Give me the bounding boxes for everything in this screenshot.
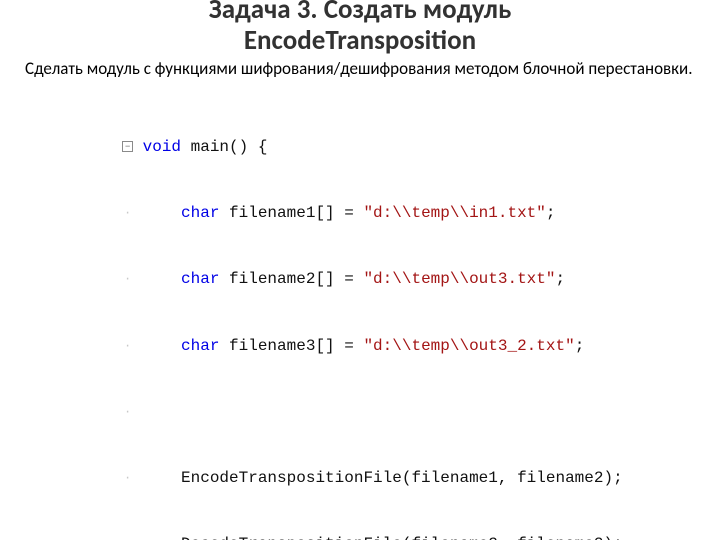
slide-description: Сделать модуль с функциями шифрования/де… [0,56,720,79]
keyword-void: void [143,138,181,156]
string-literal: "d:\\temp\\out3_2.txt" [363,337,574,355]
code-line: · char filename3[] = "d:\\temp\\out3_2.t… [55,313,695,379]
code-text: ; [555,271,565,289]
code-text: ; [575,337,585,355]
indent-guide: · [124,339,131,353]
keyword-char: char [181,204,219,222]
string-literal: "d:\\temp\\in1.txt" [363,204,545,222]
fold-gutter: · [113,401,143,423]
code-text: ; [546,204,556,222]
code-text: EncodeTranspositionFile(filename1, filen… [181,469,623,487]
title-line-1: Задача 3. Создать модуль [209,0,512,26]
code-line: · char filename1[] = "d:\\temp\\in1.txt"… [55,180,695,246]
code-line: · EncodeTranspositionFile(filename1, fil… [55,445,695,511]
slide: Задача 3. Создать модуль EncodeTransposi… [0,0,720,534]
indent-guide: · [124,471,131,485]
fold-gutter: − [113,136,143,158]
fold-gutter: · [113,202,143,224]
indent-guide: · [124,405,131,419]
keyword-char: char [181,271,219,289]
fold-gutter: · [113,533,143,540]
indent-guide: · [124,272,131,286]
code-line: · DecodeTranspositionFile(filename2, fil… [55,511,695,540]
code-text: filename2[] = [219,271,363,289]
code-block: −void main() { · char filename1[] = "d:\… [55,114,695,540]
indent-guide: · [124,206,131,220]
fold-gutter: · [113,268,143,290]
title-line-2: EncodeTransposition [244,24,476,57]
keyword-char: char [181,337,219,355]
fold-gutter: · [113,335,143,357]
code-text: main() { [181,138,267,156]
code-text: DecodeTranspositionFile(filename2, filen… [181,536,623,540]
string-literal: "d:\\temp\\out3.txt" [363,271,555,289]
code-line: −void main() { [55,114,695,180]
slide-title: Задача 3. Создать модуль EncodeTransposi… [0,0,720,56]
fold-gutter: · [113,467,143,489]
fold-collapse-icon[interactable]: − [122,141,133,152]
code-text: filename3[] = [219,337,363,355]
code-line: · char filename2[] = "d:\\temp\\out3.txt… [55,246,695,312]
code-text: filename1[] = [219,204,363,222]
code-line: · [55,379,695,445]
